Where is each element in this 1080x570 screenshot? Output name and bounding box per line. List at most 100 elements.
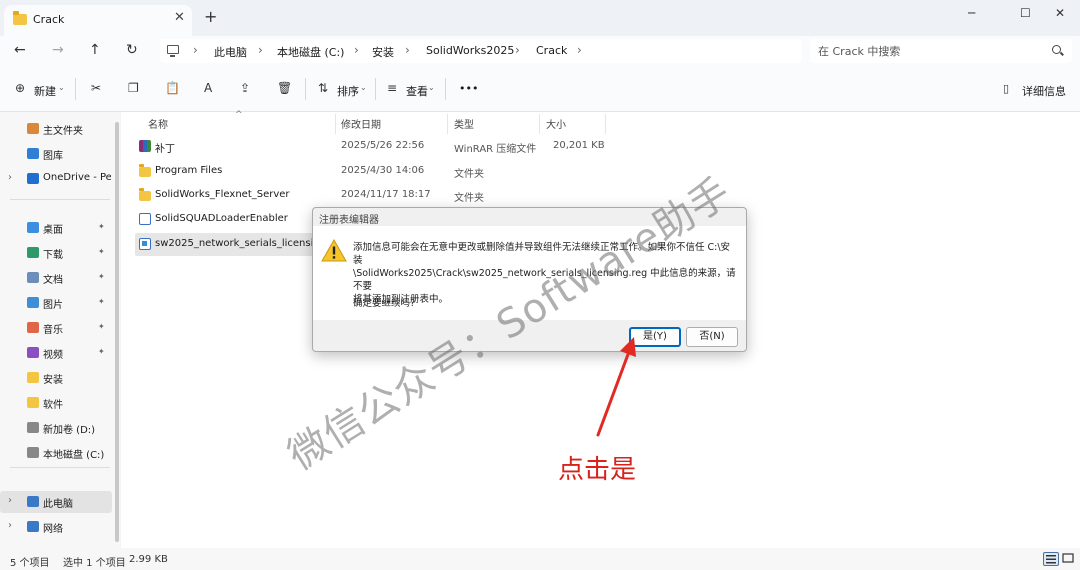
paste-icon[interactable]: 📋 <box>165 81 180 95</box>
minimize-button[interactable]: ─ <box>968 6 975 20</box>
command-toolbar: ⊕ 新建 ⌄ ✂ ❐ 📋 A ⇪ 🗑 ⇅ 排序 ⌄ ≡ 查看 ⌄ ••• ▯ 详… <box>0 66 1080 112</box>
rename-icon[interactable]: A <box>204 81 212 95</box>
archive-icon <box>139 140 151 152</box>
new-tab-button[interactable]: + <box>204 9 217 25</box>
chevron-right-icon[interactable]: › <box>8 495 12 506</box>
view-button[interactable]: 查看 <box>406 83 428 99</box>
pin-icon[interactable]: ✦ <box>98 347 105 356</box>
search-input[interactable] <box>818 42 1038 60</box>
toolbar-divider <box>445 78 446 100</box>
application-icon <box>139 213 151 225</box>
file-type: WinRAR 压缩文件 <box>454 144 537 155</box>
file-row[interactable]: Program Files 2025/4/30 14:06 文件夹 <box>135 160 605 183</box>
cloud-icon <box>27 173 39 184</box>
column-header-type[interactable]: 类型 <box>454 116 474 131</box>
sort-icon[interactable]: ⇅ <box>318 81 328 95</box>
folder-icon <box>139 164 151 177</box>
sidebar-item[interactable]: 图库 <box>0 143 112 165</box>
status-bar: 5 个项目 选中 1 个项目 2.99 KB <box>0 548 1080 570</box>
more-options-button[interactable]: ••• <box>459 82 478 95</box>
dialog-question: 确定要继续吗? <box>353 298 416 309</box>
sidebar-item[interactable]: 音乐 ✦ <box>0 317 112 339</box>
pin-icon[interactable]: ✦ <box>98 222 105 231</box>
item-count: 5 个项目 <box>10 558 50 569</box>
refresh-button[interactable]: ↻ <box>126 42 138 58</box>
new-icon[interactable]: ⊕ <box>15 81 25 95</box>
tiles-view-icon[interactable] <box>1061 552 1077 566</box>
column-divider[interactable] <box>447 114 448 134</box>
warning-icon <box>321 239 347 262</box>
column-divider[interactable] <box>539 114 540 134</box>
sidebar-divider <box>10 199 110 200</box>
chevron-right-icon[interactable]: › <box>8 172 12 183</box>
sidebar-item-label: 此电脑 <box>43 499 73 510</box>
new-button[interactable]: 新建 <box>34 83 56 99</box>
pin-icon[interactable]: ✦ <box>98 322 105 331</box>
forward-button[interactable]: → <box>52 42 64 58</box>
sidebar-scrollbar[interactable] <box>115 122 119 542</box>
sidebar-item[interactable]: 安装 <box>0 367 112 389</box>
pin-icon[interactable]: ✦ <box>98 247 105 256</box>
breadcrumb-crack[interactable]: Crack <box>536 44 567 57</box>
sidebar-item[interactable]: › 网络 <box>0 516 112 538</box>
sidebar-divider <box>10 467 110 468</box>
file-name: 补丁 <box>155 144 175 155</box>
tab-crack[interactable]: Crack ✕ <box>4 5 192 36</box>
breadcrumb-this-pc[interactable]: 此电脑 <box>214 44 247 60</box>
column-header-size[interactable]: 大小 <box>546 116 566 131</box>
column-divider[interactable] <box>605 114 606 134</box>
details-pane-icon[interactable]: ▯ <box>1003 82 1009 95</box>
file-type: 文件夹 <box>454 193 484 204</box>
music-icon <box>27 322 39 333</box>
sidebar-item-label: 软件 <box>43 400 63 411</box>
folder-icon <box>27 372 39 383</box>
folder-icon <box>13 11 27 25</box>
column-divider[interactable] <box>335 114 336 134</box>
sidebar-item[interactable]: 新加卷 (D:) <box>0 417 112 439</box>
home-icon <box>27 123 39 134</box>
share-icon[interactable]: ⇪ <box>240 81 250 95</box>
column-header-modified[interactable]: 修改日期 <box>341 116 381 131</box>
column-header-name[interactable]: 名称 <box>148 116 168 131</box>
back-button[interactable]: ← <box>14 42 26 58</box>
sidebar-item[interactable]: › 此电脑 <box>0 491 112 513</box>
delete-icon[interactable]: 🗑 <box>277 81 292 95</box>
breadcrumb-separator: › <box>354 43 359 57</box>
folder-icon <box>27 397 39 408</box>
dialog-title: 注册表编辑器 <box>319 215 379 226</box>
file-row[interactable]: SolidWorks_Flexnet_Server 2024/11/17 18:1… <box>135 184 605 207</box>
close-window-button[interactable]: ✕ <box>1055 6 1065 20</box>
pin-icon[interactable]: ✦ <box>98 272 105 281</box>
no-button[interactable]: 否(N) <box>686 327 738 347</box>
address-bar[interactable]: › 此电脑 › 本地磁盘 (C:) › 安装 › SolidWorks2025 … <box>160 39 802 63</box>
sidebar-item[interactable]: 本地磁盘 (C:) <box>0 442 112 464</box>
tab-close-button[interactable]: ✕ <box>174 10 185 25</box>
sidebar-item[interactable]: 软件 <box>0 392 112 414</box>
cut-icon[interactable]: ✂ <box>91 81 101 95</box>
file-type: 文件夹 <box>454 169 484 180</box>
sort-button[interactable]: 排序 <box>337 83 359 99</box>
file-row[interactable]: 补丁 2025/5/26 22:56 WinRAR 压缩文件 20,201 KB <box>135 135 605 158</box>
copy-icon[interactable]: ❐ <box>128 81 139 95</box>
chevron-right-icon[interactable]: › <box>8 520 12 531</box>
breadcrumb-separator: › <box>258 43 263 57</box>
sidebar-item[interactable]: 视频 ✦ <box>0 342 112 364</box>
sidebar-item[interactable]: 桌面 ✦ <box>0 217 112 239</box>
search-icon[interactable] <box>1052 45 1061 54</box>
sidebar-item[interactable]: 图片 ✦ <box>0 292 112 314</box>
up-button[interactable]: ↑ <box>89 42 101 58</box>
sidebar-item[interactable]: 文档 ✦ <box>0 267 112 289</box>
pin-icon[interactable]: ✦ <box>98 297 105 306</box>
breadcrumb-install[interactable]: 安装 <box>372 44 394 60</box>
annotation-arrow-icon <box>596 337 636 437</box>
sidebar-item[interactable]: › OneDrive - Personal <box>0 168 112 190</box>
breadcrumb-drive-c[interactable]: 本地磁盘 (C:) <box>277 44 344 60</box>
sidebar-item[interactable]: 下载 ✦ <box>0 242 112 264</box>
maximize-button[interactable]: ☐ <box>1020 6 1031 20</box>
details-button[interactable]: 详细信息 <box>1022 83 1066 99</box>
view-icon[interactable]: ≡ <box>387 81 397 95</box>
details-view-icon[interactable] <box>1043 552 1059 566</box>
sidebar-item-label: 图库 <box>43 151 63 162</box>
sidebar-item[interactable]: 主文件夹 <box>0 118 112 140</box>
breadcrumb-solidworks2025[interactable]: SolidWorks2025 <box>426 44 514 57</box>
